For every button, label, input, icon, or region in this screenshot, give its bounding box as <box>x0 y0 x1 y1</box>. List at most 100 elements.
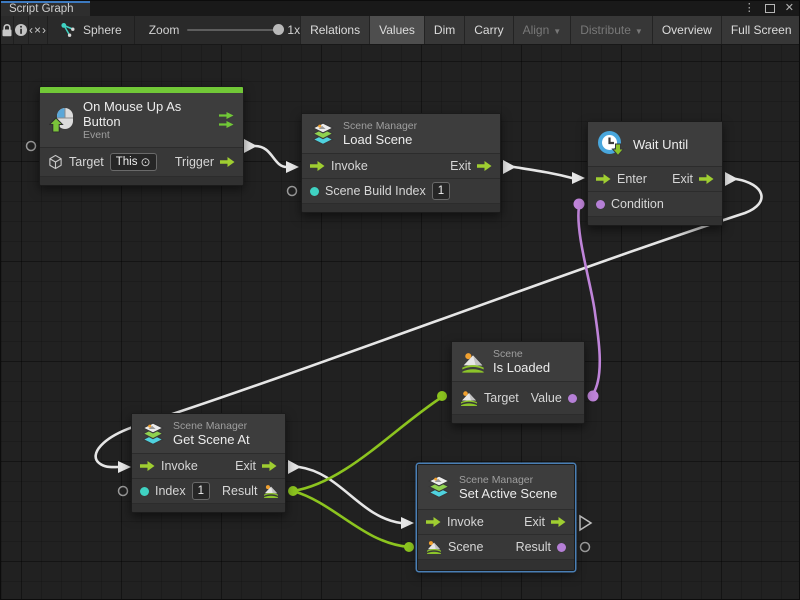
boolean-port-dot[interactable] <box>568 394 577 403</box>
port-label-target: Target <box>484 391 519 405</box>
scene-result-port-dot[interactable] <box>557 543 566 552</box>
node-footer <box>302 203 500 212</box>
node-title: On Mouse Up As Button <box>83 99 203 129</box>
graph-toolbar: ‹×› Sphere Zoom 1x Relations Values Dim … <box>1 16 799 45</box>
flow-arrow-icon[interactable] <box>220 156 235 168</box>
node-title: Wait Until <box>633 137 688 152</box>
node-title: Set Active Scene <box>459 486 557 501</box>
node-get-scene-at[interactable]: Scene Manager Get Scene At Invoke Exit I… <box>131 413 286 513</box>
port-label-exit: Exit <box>672 172 693 186</box>
port-label-index: Index <box>155 484 186 498</box>
full-screen-button[interactable]: Full Screen <box>721 16 800 44</box>
index-value-box[interactable]: 1 <box>432 182 450 200</box>
lock-icon <box>1 23 13 38</box>
gameobject-cube-icon <box>48 154 63 170</box>
port-row: Scene Result <box>418 534 574 559</box>
carry-button[interactable]: Carry <box>464 16 512 44</box>
object-picker-icon[interactable]: ⊙ <box>140 154 150 170</box>
node-title: Load Scene <box>343 132 417 147</box>
node-wait-until[interactable]: Wait Until Enter Exit Condition <box>587 121 723 226</box>
node-header[interactable]: Scene Manager Get Scene At <box>132 414 285 453</box>
port-label-condition: Condition <box>611 197 664 211</box>
zoom-label: Zoom <box>149 23 180 37</box>
info-icon <box>14 23 28 37</box>
script-graph-window: Script Graph ⋮ ✕ ‹×› Sphere Zoom 1x Rela… <box>0 0 800 600</box>
flow-arrow-icon[interactable] <box>140 460 155 472</box>
port-row: Condition <box>588 191 722 216</box>
node-header[interactable]: Scene Is Loaded <box>452 342 584 381</box>
flow-arrow-icon[interactable] <box>551 516 566 528</box>
port-label-value: Value <box>531 391 562 405</box>
node-footer <box>40 176 243 185</box>
port-label-trigger: Trigger <box>175 155 214 169</box>
relations-button[interactable]: Relations <box>300 16 369 44</box>
port-row: Invoke Exit <box>132 453 285 478</box>
node-caption: Scene Manager <box>343 120 417 132</box>
flow-arrow-icon[interactable] <box>699 173 714 185</box>
window-controls: ⋮ ✕ <box>744 1 794 16</box>
dim-button[interactable]: Dim <box>424 16 464 44</box>
scene-manager-icon <box>427 475 451 499</box>
maximize-icon[interactable] <box>765 4 775 13</box>
kebab-menu-icon[interactable]: ⋮ <box>744 3 755 14</box>
node-is-loaded[interactable]: Scene Is Loaded Target Value <box>451 341 585 424</box>
node-header[interactable]: Wait Until <box>588 122 722 166</box>
distribute-button[interactable]: Distribute ▼ <box>570 16 652 44</box>
flow-arrow-icon[interactable] <box>426 516 441 528</box>
flow-arrow-icon[interactable] <box>310 160 325 172</box>
align-label: Align <box>523 23 550 37</box>
flow-arrow-icon[interactable] <box>596 173 611 185</box>
scene-icon <box>461 351 485 373</box>
boolean-port-dot[interactable] <box>596 200 605 209</box>
zoom-slider-knob[interactable] <box>273 24 284 35</box>
align-button[interactable]: Align ▼ <box>513 16 571 44</box>
port-label-scene-build-index: Scene Build Index <box>325 184 426 198</box>
scene-icon[interactable] <box>460 390 478 406</box>
node-subtitle: Event <box>83 129 203 141</box>
node-caption: Scene Manager <box>173 420 250 432</box>
port-label-invoke: Invoke <box>447 515 484 529</box>
node-footer <box>132 503 285 512</box>
index-value-box[interactable]: 1 <box>192 482 210 500</box>
port-row: Scene Build Index 1 <box>302 178 500 203</box>
code-preview-button[interactable]: ‹×› <box>29 16 48 44</box>
target-value: This <box>116 154 138 170</box>
flow-arrow-icon[interactable] <box>477 160 492 172</box>
node-header[interactable]: Scene Manager Load Scene <box>302 114 500 153</box>
tab-script-graph[interactable]: Script Graph <box>1 1 90 16</box>
scene-icon[interactable] <box>263 484 279 498</box>
info-button[interactable] <box>14 16 29 44</box>
node-header[interactable]: Scene Manager Set Active Scene <box>418 465 574 509</box>
node-header[interactable]: On Mouse Up As Button Event <box>40 93 243 147</box>
node-footer <box>452 414 584 423</box>
port-label-result: Result <box>516 540 551 554</box>
target-value-box[interactable]: This ⊙ <box>110 153 157 171</box>
scene-manager-icon <box>311 122 335 146</box>
graph-hierarchy-icon <box>60 22 76 38</box>
int-port-dot[interactable] <box>140 487 149 496</box>
zoom-slider[interactable] <box>187 29 279 31</box>
port-label-invoke: Invoke <box>331 159 368 173</box>
scene-manager-icon <box>141 422 165 446</box>
tab-bar: Script Graph ⋮ ✕ <box>1 1 799 16</box>
node-load-scene[interactable]: Scene Manager Load Scene Invoke Exit Sce… <box>301 113 501 213</box>
flow-arrow-icon[interactable] <box>262 460 277 472</box>
distribute-label: Distribute <box>580 23 631 37</box>
close-icon[interactable]: ✕ <box>785 3 794 14</box>
node-footer <box>588 216 722 225</box>
node-on-mouse-up-as-button[interactable]: On Mouse Up As Button Event Target This … <box>39 86 244 186</box>
port-row: Target Value <box>452 381 584 414</box>
scene-icon[interactable] <box>426 540 442 554</box>
int-port-dot[interactable] <box>310 187 319 196</box>
port-row: Target This ⊙ Trigger <box>40 147 243 176</box>
values-button[interactable]: Values <box>369 16 424 44</box>
overview-button[interactable]: Overview <box>652 16 721 44</box>
coroutine-arrows-icon[interactable] <box>219 111 234 129</box>
port-label-invoke: Invoke <box>161 459 198 473</box>
graph-target-name: Sphere <box>83 23 122 37</box>
wait-until-clock-icon <box>597 130 625 158</box>
lock-button[interactable] <box>1 16 14 44</box>
node-set-active-scene[interactable]: Scene Manager Set Active Scene Invoke Ex… <box>417 464 575 571</box>
graph-target-indicator[interactable]: Sphere <box>48 16 135 44</box>
node-title: Is Loaded <box>493 360 550 375</box>
